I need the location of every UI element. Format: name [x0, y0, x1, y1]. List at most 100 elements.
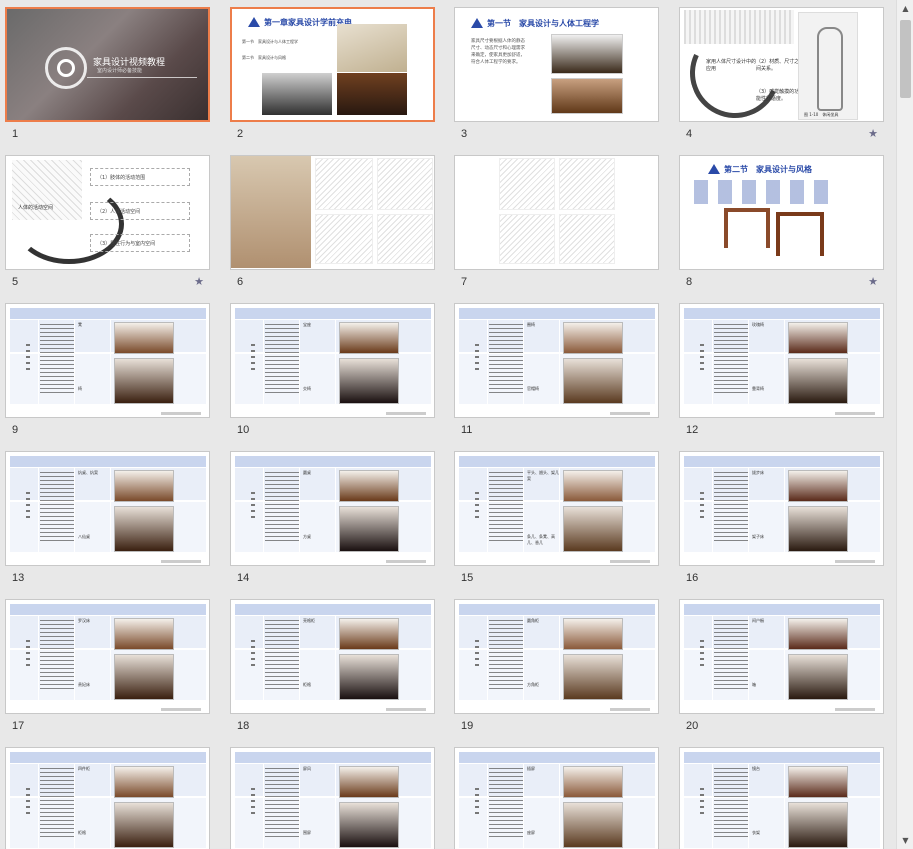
slide-preview[interactable]: 第二节 家具设计与风格 — [679, 155, 884, 270]
type-label: 圈椅 — [527, 322, 535, 327]
scrollbar-thumb[interactable] — [900, 20, 911, 98]
table-header — [459, 752, 655, 763]
table-divider — [110, 467, 111, 555]
slide-thumbnail-4[interactable]: 家用人体尺寸设计中的应用 （2）材质、尺寸之间关系。 （3）感觉触摸的功能性舒适… — [674, 0, 884, 140]
table-header — [684, 308, 880, 319]
slide-thumbnail-8[interactable]: 第二节 家具设计与风格 8 ★ — [674, 148, 884, 288]
slide-preview[interactable]: 亮格柜 柜格 — [230, 599, 435, 714]
category-text — [26, 492, 30, 522]
furniture-photo — [563, 802, 623, 848]
slide-preview[interactable]: 四件柜 柜格 — [5, 747, 210, 849]
slide-preview[interactable]: 玫瑰椅 靠背椅 — [679, 303, 884, 418]
sketch-image — [559, 214, 615, 264]
star-icon[interactable]: ★ — [868, 127, 878, 140]
type-label: 条几、条凳、高几、香几 — [527, 534, 555, 545]
table-divider — [712, 763, 713, 849]
slide-thumbnail-24[interactable]: 镜台衣架24 — [674, 740, 884, 849]
furniture-photo — [114, 358, 174, 404]
table-divider — [523, 763, 524, 849]
slide-preview[interactable]: 镜台 衣架 — [679, 747, 884, 849]
table-divider — [559, 763, 560, 849]
slide-number: 18 — [237, 720, 250, 732]
slide-preview[interactable]: 凳椅 — [5, 303, 210, 418]
slide-preview[interactable]: 家具设计视频教程 室内设计师必备技能 — [5, 7, 210, 122]
table-divider — [748, 615, 749, 703]
slide-thumbnail-11[interactable]: 圈椅 官帽椅 11 — [449, 296, 659, 436]
slide-thumbnail-12[interactable]: 玫瑰椅 靠背椅 12 — [674, 296, 884, 436]
slide-preview[interactable]: 第一节 家具设计与人体工程学 家具尺寸要根据人体的静态尺寸、动态尺寸和心理需求来… — [454, 7, 659, 122]
furniture-photo — [788, 654, 848, 700]
slide-preview[interactable]: 圈椅 官帽椅 — [454, 303, 659, 418]
slide-thumbnail-5[interactable]: 人体的活动空间 （1）肢体的活动范围 （2）人体活动空间 （3）居住行为与室内空… — [0, 148, 210, 288]
slide-preview[interactable]: 炕桌、炕案 八仙桌 — [5, 451, 210, 566]
table-divider — [263, 319, 264, 407]
flow-diagram — [694, 180, 834, 204]
slide-sorter-pane: 家具设计视频教程 室内设计师必备技能 1 第一章家具设计学前充电 第一节 家具设… — [0, 0, 896, 849]
scroll-down-icon[interactable]: ▼ — [897, 832, 913, 849]
slide-preview[interactable]: 第一章家具设计学前充电 第一节 家具设计与人体工程学 第二节 家具设计与风格 — [230, 7, 435, 122]
description-text — [40, 324, 74, 394]
slide-preview[interactable]: 屏风 围屏 — [230, 747, 435, 849]
category-text — [700, 640, 704, 670]
furniture-photo — [563, 766, 623, 798]
list-item: 第二节 家具设计与风格 — [242, 55, 286, 60]
slide-thumbnail-18[interactable]: 亮格柜 柜格 18 — [225, 592, 435, 732]
slide-preview[interactable]: 拔步床 架子床 — [679, 451, 884, 566]
slide-preview[interactable]: 圆桌 方桌 — [230, 451, 435, 566]
type-label: 椅 — [78, 386, 82, 391]
slide-thumbnail-13[interactable]: 炕桌、炕案 八仙桌 13 — [0, 444, 210, 584]
slide-thumbnail-23[interactable]: 插屏座屏23 — [449, 740, 659, 849]
slide-thumbnail-6[interactable]: 6 — [225, 148, 435, 288]
watermark — [835, 708, 875, 711]
anatomy-photo — [231, 156, 311, 268]
slide-preview[interactable]: 闷户橱箱 — [679, 599, 884, 714]
slide-thumbnail-7[interactable]: 7 — [449, 148, 659, 288]
triangle-icon — [471, 18, 483, 28]
slide-number: 11 — [461, 424, 473, 436]
furniture-photo — [788, 322, 848, 354]
type-label: 围屏 — [303, 830, 311, 835]
table-divider — [38, 763, 39, 849]
slide-thumbnail-10[interactable]: 宝座 交椅 10 — [225, 296, 435, 436]
furniture-photo — [788, 618, 848, 650]
slide-thumbnail-22[interactable]: 屏风围屏22 — [225, 740, 435, 849]
star-icon[interactable]: ★ — [194, 275, 204, 288]
slide-thumbnail-9[interactable]: 凳椅 9 — [0, 296, 210, 436]
slide-thumbnail-16[interactable]: 拔步床 架子床 16 — [674, 444, 884, 584]
slide-thumbnail-21[interactable]: 四件柜柜格21 — [0, 740, 210, 849]
slide-preview[interactable]: 家用人体尺寸设计中的应用 （2）材质、尺寸之间关系。 （3）感觉触摸的功能性舒适… — [679, 7, 884, 122]
furniture-photo — [114, 322, 174, 354]
vertical-scrollbar[interactable]: ▲ ▼ — [896, 0, 913, 849]
furniture-photo — [114, 802, 174, 848]
slide-thumbnail-20[interactable]: 闷户橱箱 20 — [674, 592, 884, 732]
slide-thumbnail-19[interactable]: 圆角柜 方角柜 19 — [449, 592, 659, 732]
description-text — [489, 324, 523, 394]
slide-thumbnail-3[interactable]: 第一节 家具设计与人体工程学 家具尺寸要根据人体的静态尺寸、动态尺寸和心理需求来… — [449, 0, 659, 140]
table-divider — [74, 319, 75, 407]
slide-preview[interactable]: 罗汉床 贵妃床 — [5, 599, 210, 714]
slide-preview[interactable]: 宝座 交椅 — [230, 303, 435, 418]
table-header — [684, 752, 880, 763]
triangle-icon — [708, 164, 720, 174]
slide-thumbnail-14[interactable]: 圆桌 方桌 14 — [225, 444, 435, 584]
description-text — [714, 768, 748, 838]
slide-text: （3）感觉触摸的功能性舒适度。 — [756, 89, 800, 102]
slide-thumbnail-17[interactable]: 罗汉床 贵妃床 17 — [0, 592, 210, 732]
triangle-icon — [248, 17, 260, 27]
dashed-box: （1）肢体的活动范围 — [90, 168, 190, 186]
slide-preview[interactable]: 插屏 座屏 — [454, 747, 659, 849]
slide-number: 7 — [461, 276, 468, 288]
slide-preview[interactable]: 圆角柜 方角柜 — [454, 599, 659, 714]
table-divider — [110, 319, 111, 407]
scroll-up-icon[interactable]: ▲ — [897, 0, 913, 17]
slide-thumbnail-15[interactable]: 平头、翘头、架几案 条几、条凳、高几、香几 15 — [449, 444, 659, 584]
slide-preview[interactable] — [454, 155, 659, 270]
slide-preview[interactable]: 人体的活动空间 （1）肢体的活动范围 （2）人体活动空间 （3）居住行为与室内空… — [5, 155, 210, 270]
slide-preview[interactable] — [230, 155, 435, 270]
description-text — [265, 472, 299, 542]
slide-thumbnail-2[interactable]: 第一章家具设计学前充电 第一节 家具设计与人体工程学 第二节 家具设计与风格 2 — [225, 0, 435, 140]
star-icon[interactable]: ★ — [868, 275, 878, 288]
table-divider — [784, 615, 785, 703]
slide-preview[interactable]: 平头、翘头、架几案 条几、条凳、高几、香几 — [454, 451, 659, 566]
slide-thumbnail-1[interactable]: 家具设计视频教程 室内设计师必备技能 1 — [0, 0, 210, 140]
